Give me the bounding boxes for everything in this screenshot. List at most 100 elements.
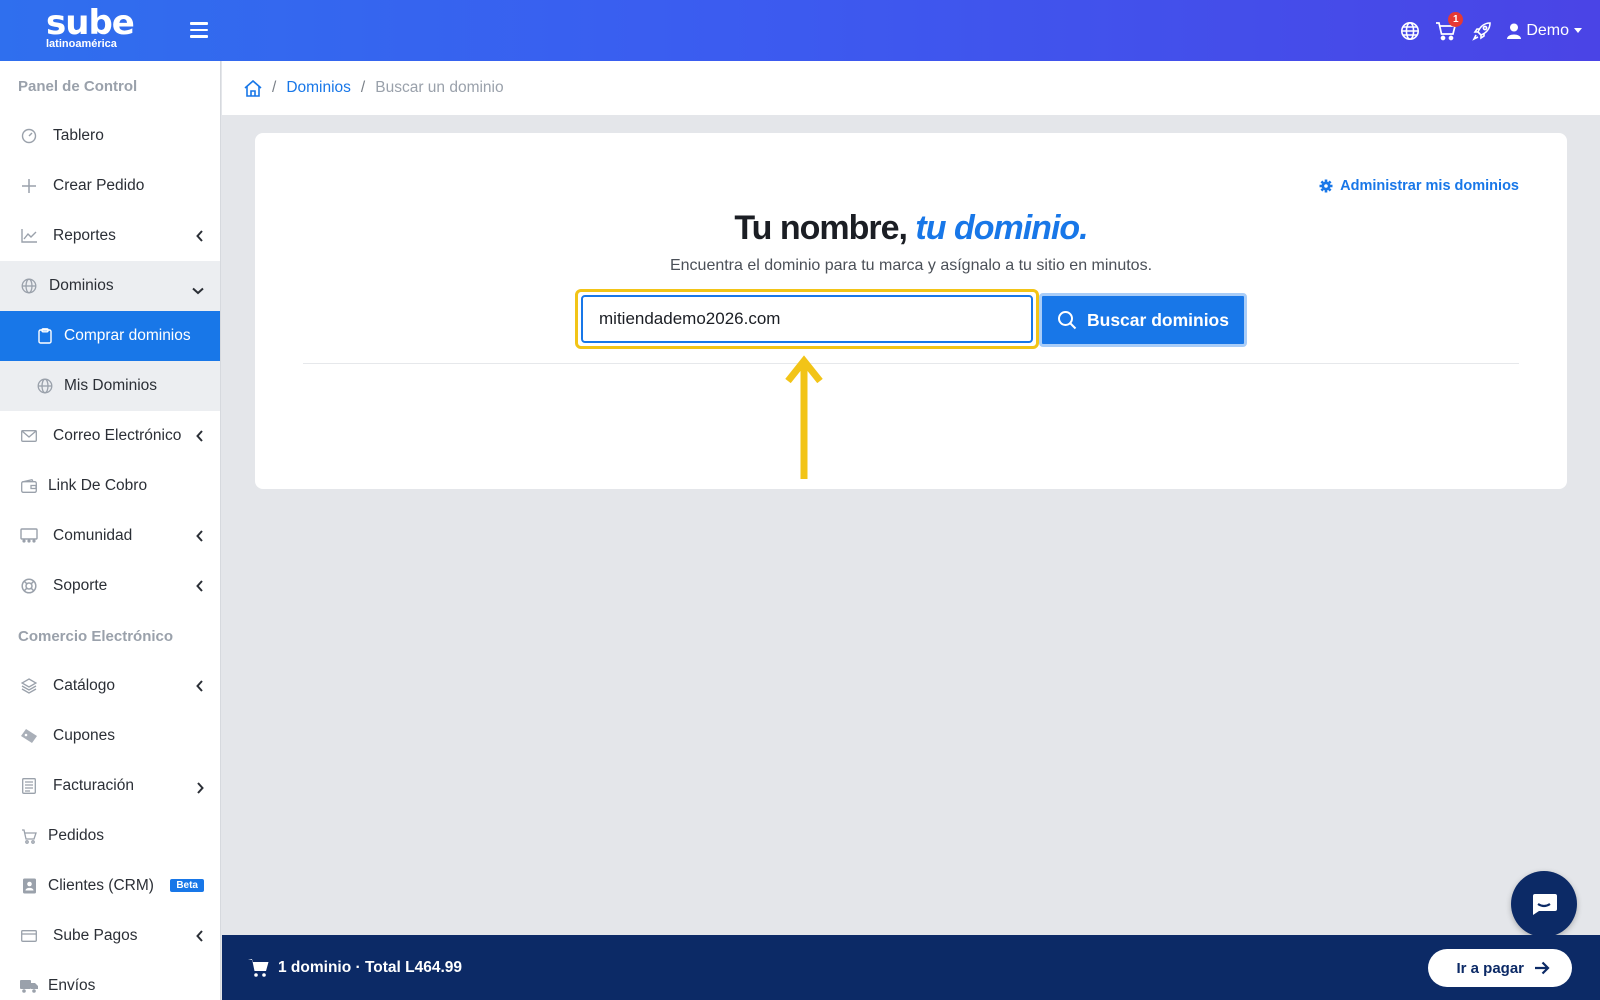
chevron-left-icon — [196, 529, 204, 547]
divider — [303, 363, 1519, 364]
cart-badge: 1 — [1448, 11, 1464, 27]
sidebar-item-label: Crear Pedido — [53, 177, 145, 194]
sidebar-item-comprar-dominios[interactable]: Comprar dominios — [0, 311, 220, 361]
sidebar-item-label: Facturación — [53, 777, 134, 794]
sidebar-item-sube-pagos[interactable]: Sube Pagos — [0, 911, 220, 961]
chevron-left-icon — [196, 929, 204, 947]
search-button-label: Buscar dominios — [1087, 309, 1229, 330]
chat-icon — [1533, 894, 1557, 915]
gear-icon — [1319, 179, 1333, 193]
domain-search-form: Buscar dominios — [575, 289, 1247, 349]
sidebar-section-title: Panel de Control — [18, 77, 138, 95]
search-domains-button[interactable]: Buscar dominios — [1039, 293, 1247, 347]
chevron-left-icon — [196, 229, 204, 247]
gauge-icon — [20, 127, 38, 145]
breadcrumb-separator: / — [272, 79, 277, 96]
logo[interactable]: sube latinoamérica — [46, 6, 136, 50]
globe-icon[interactable] — [1399, 20, 1421, 42]
globe-icon — [20, 277, 38, 295]
go-to-pay-button[interactable]: Ir a pagar — [1428, 949, 1572, 987]
rocket-icon[interactable] — [1471, 20, 1493, 42]
lifebuoy-icon — [20, 577, 38, 595]
sidebar-item-reportes[interactable]: Reportes — [0, 211, 220, 261]
top-bar: sube latinoamérica 1 Demo — [0, 0, 1600, 61]
sidebar-section-title: Comercio Electrónico — [18, 627, 174, 645]
page-subtitle: Encuentra el dominio para tu marca y así… — [669, 257, 1153, 274]
breadcrumb: / Dominios / Buscar un dominio — [222, 61, 1600, 115]
headline-accent: tu dominio. — [915, 209, 1088, 247]
sidebar-item-label: Comprar dominios — [64, 327, 191, 344]
top-icons: 1 Demo — [1399, 0, 1582, 61]
ticket-icon — [20, 727, 38, 745]
user-menu[interactable]: Demo — [1507, 22, 1582, 40]
truck-icon — [20, 977, 38, 995]
cart-icon — [248, 958, 270, 978]
sidebar-item-tablero[interactable]: Tablero — [0, 111, 220, 161]
sidebar-item-mis-dominios[interactable]: Mis Dominios — [0, 361, 220, 411]
cart-icon — [20, 827, 38, 845]
cart-summary-text: 1 dominio · Total L464.99 — [278, 958, 463, 976]
sidebar-item-catalogo[interactable]: Catálogo — [0, 661, 220, 711]
community-icon — [20, 527, 38, 545]
sidebar-item-crear-pedido[interactable]: Crear Pedido — [0, 161, 220, 211]
sidebar-item-label: Cupones — [53, 727, 116, 744]
sidebar-item-label: Correo Electrónico — [53, 427, 182, 444]
sidebar-item-label: Sube Pagos — [53, 927, 138, 944]
search-icon — [1058, 311, 1077, 330]
layers-icon — [20, 677, 38, 695]
chart-line-icon — [20, 227, 38, 245]
search-input-highlight — [575, 289, 1039, 349]
envelope-icon — [20, 427, 38, 445]
sidebar-item-label: Mis Dominios — [64, 377, 158, 394]
sidebar-item-dominios[interactable]: Dominios — [0, 261, 220, 311]
user-icon — [1507, 23, 1522, 39]
logo-text: sube — [46, 3, 135, 43]
manage-domains-link[interactable]: Administrar mis dominios — [1319, 178, 1519, 194]
sidebar-item-clientes-crm[interactable]: Clientes (CRM) Beta — [0, 861, 220, 911]
credit-card-icon — [20, 927, 38, 945]
chevron-left-icon — [196, 579, 204, 597]
page-title: Tu nombre, tu dominio. — [255, 209, 1567, 248]
cart-summary-bar: 1 dominio · Total L464.99 Ir a pagar — [222, 935, 1600, 1000]
sidebar: Panel de Control Tablero Crear Pedido Re… — [0, 61, 221, 1000]
contact-icon — [20, 877, 38, 895]
sidebar-item-label: Soporte — [53, 577, 108, 594]
clipboard-icon — [36, 327, 54, 345]
chevron-down-icon — [192, 282, 204, 300]
home-icon[interactable] — [244, 79, 262, 97]
pointer-arrow-icon — [785, 355, 823, 479]
breadcrumb-current: Buscar un dominio — [375, 79, 504, 96]
sidebar-item-soporte[interactable]: Soporte — [0, 561, 220, 611]
manage-domains-label: Administrar mis dominios — [1340, 178, 1519, 194]
chat-button[interactable] — [1511, 871, 1577, 937]
sidebar-item-label: Envíos — [48, 977, 96, 994]
chevron-left-icon — [196, 679, 204, 697]
chevron-right-icon — [196, 781, 204, 799]
sidebar-item-cupones[interactable]: Cupones — [0, 711, 220, 761]
domain-search-input[interactable] — [581, 295, 1033, 343]
sidebar-item-label: Catálogo — [53, 677, 116, 694]
wallet-icon — [20, 477, 38, 495]
invoice-icon — [20, 777, 38, 795]
sidebar-item-label: Clientes (CRM) — [48, 877, 154, 894]
sidebar-item-pedidos[interactable]: Pedidos — [0, 811, 220, 861]
sidebar-item-envios[interactable]: Envíos — [0, 961, 220, 1000]
hamburger-menu-icon[interactable] — [190, 22, 208, 38]
domain-search-card: Administrar mis dominios Tu nombre, tu d… — [255, 133, 1567, 489]
breadcrumb-dominios-link[interactable]: Dominios — [286, 79, 351, 97]
sidebar-item-label: Tablero — [53, 127, 104, 144]
headline-plain: Tu nombre, — [734, 209, 908, 247]
breadcrumb-separator: / — [360, 79, 366, 96]
sidebar-item-correo[interactable]: Correo Electrónico — [0, 411, 220, 461]
sidebar-item-comunidad[interactable]: Comunidad — [0, 511, 220, 561]
sidebar-item-label: Reportes — [53, 227, 116, 244]
arrow-right-icon — [1535, 961, 1550, 975]
sidebar-item-facturacion[interactable]: Facturación — [0, 761, 220, 811]
sidebar-item-link-de-cobro[interactable]: Link De Cobro — [0, 461, 220, 511]
pay-button-label: Ir a pagar — [1456, 959, 1524, 977]
sidebar-item-label: Pedidos — [48, 827, 105, 844]
globe-icon — [36, 377, 54, 395]
sidebar-item-label: Dominios — [49, 277, 114, 294]
chevron-down-icon — [1574, 28, 1582, 33]
cart-icon[interactable]: 1 — [1435, 11, 1464, 42]
